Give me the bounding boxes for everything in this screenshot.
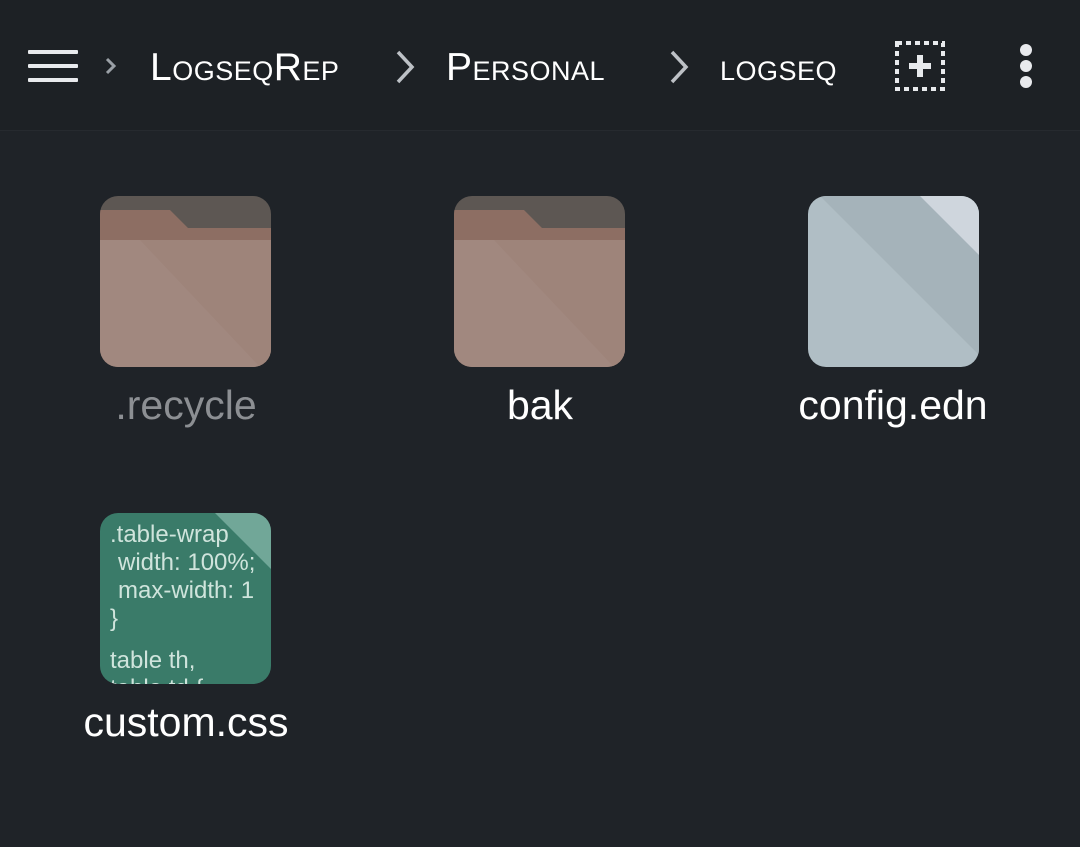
file-name-label: bak <box>506 382 574 428</box>
file-tile-config[interactable]: config.edn <box>763 196 1023 446</box>
chevron-right-icon <box>670 50 689 84</box>
code-preview-line: max-width: 1 <box>118 577 255 604</box>
add-selection-icon[interactable] <box>894 40 946 92</box>
folder-icon <box>454 196 625 367</box>
breadcrumb-item-logseq[interactable]: logseq <box>720 40 837 96</box>
code-preview-line: .table-wrap <box>110 521 229 548</box>
file-name-label: custom.css <box>83 699 289 745</box>
file-tile-recycle[interactable]: .recycle <box>56 196 316 446</box>
top-toolbar: LogseqRep Personal logseq <box>0 0 1080 131</box>
chevron-right-icon <box>396 50 415 84</box>
more-vert-icon[interactable] <box>1018 44 1034 88</box>
file-name-label: config.edn <box>798 382 988 428</box>
page-fold-icon <box>215 513 271 569</box>
file-tile-custom-css[interactable]: .table-wrap width: 100%; max-width: 1 } … <box>56 513 316 763</box>
chevron-right-icon <box>105 57 117 75</box>
file-tile-bak[interactable]: bak <box>410 196 670 446</box>
code-preview-line: table th, <box>110 647 196 674</box>
code-preview-line: table td { <box>110 675 203 684</box>
css-file-preview-icon: .table-wrap width: 100%; max-width: 1 } … <box>100 513 271 684</box>
folder-icon <box>100 196 271 367</box>
code-preview-line: } <box>110 605 119 632</box>
breadcrumb-item-personal[interactable]: Personal <box>446 40 605 96</box>
file-icon <box>808 196 979 367</box>
breadcrumb-item-logseqrep[interactable]: LogseqRep <box>150 40 339 96</box>
hamburger-menu-icon[interactable] <box>28 50 78 82</box>
file-name-label: .recycle <box>115 382 257 428</box>
